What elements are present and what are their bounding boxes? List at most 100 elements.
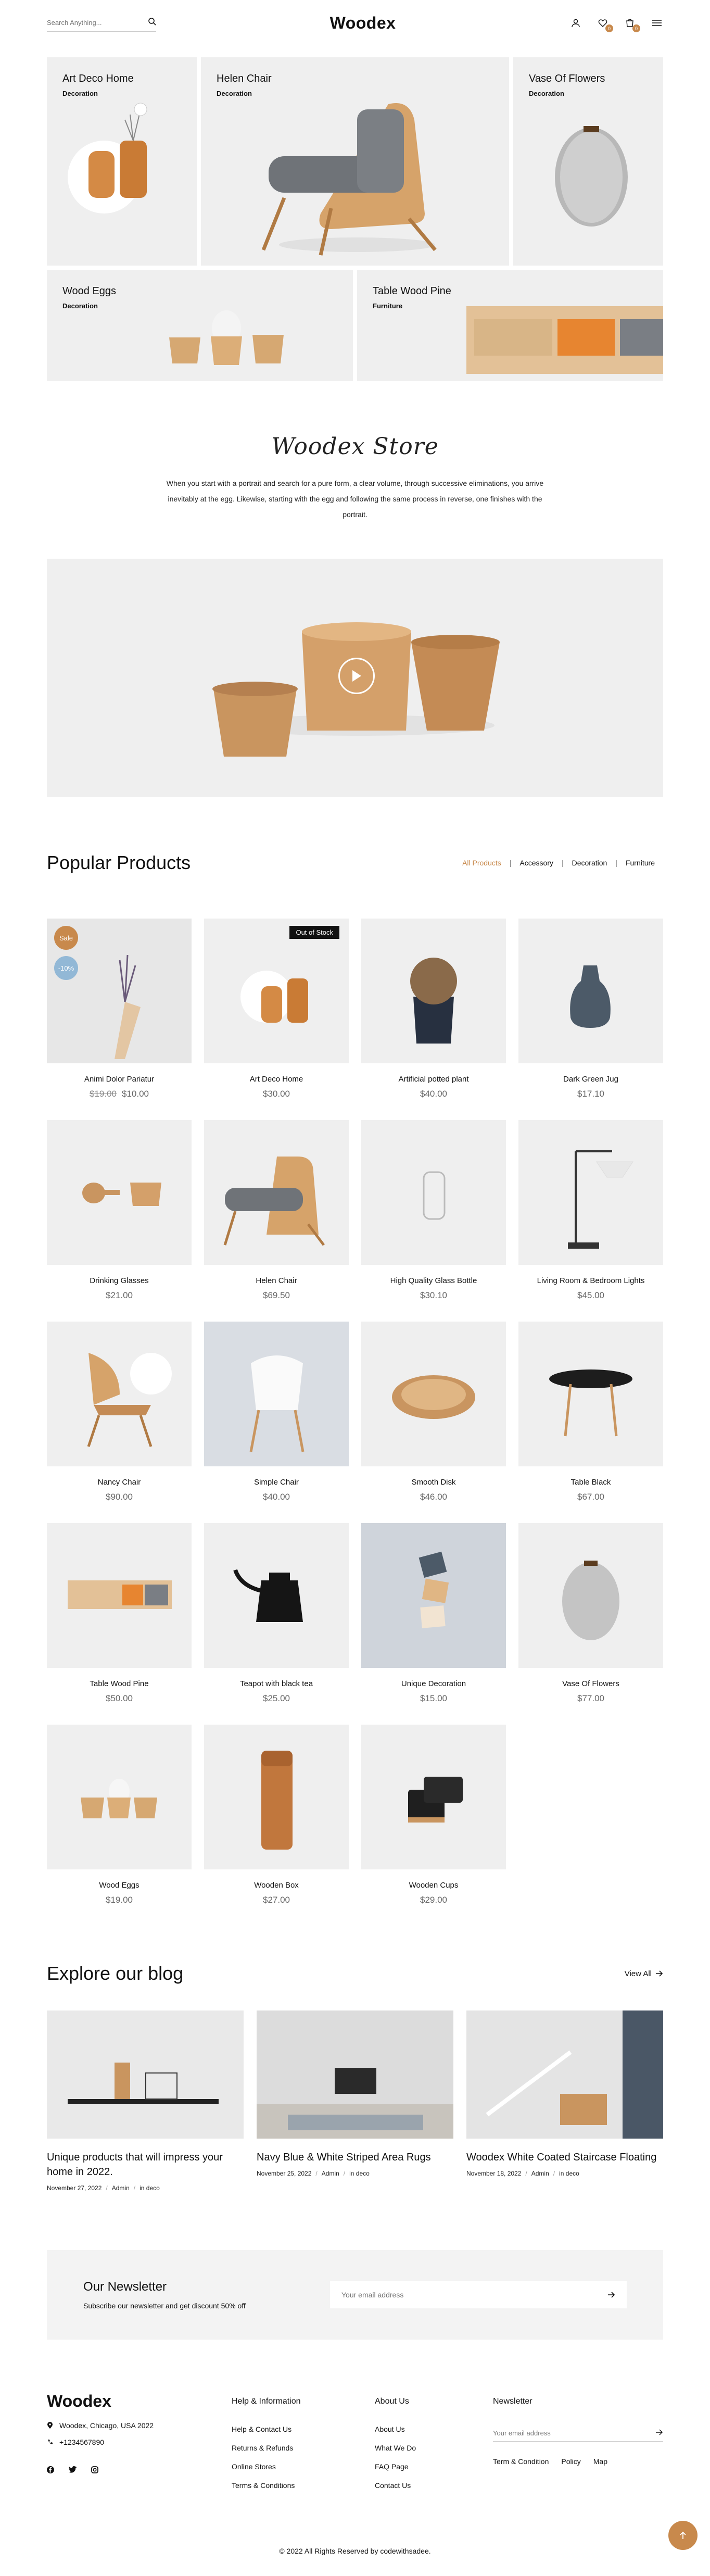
product-name[interactable]: Living Room & Bedroom Lights — [518, 1276, 663, 1285]
back-to-top-button[interactable] — [668, 2521, 698, 2550]
hero-tile[interactable]: Art Deco Home Decoration — [47, 57, 197, 266]
product-image[interactable] — [47, 1725, 192, 1869]
product-card[interactable]: Vase Of Flowers $77.00 — [518, 1523, 663, 1704]
footer-link[interactable]: Map — [593, 2457, 607, 2466]
blog-title[interactable]: Unique products that will impress your h… — [47, 2150, 244, 2179]
site-logo[interactable]: Woodex — [330, 14, 396, 33]
footer-logo[interactable]: Woodex — [47, 2392, 232, 2411]
product-image[interactable]: Sale -10% — [47, 919, 192, 1063]
blog-post[interactable]: Woodex White Coated Staircase Floating N… — [466, 2010, 663, 2192]
product-name[interactable]: Table Black — [518, 1478, 663, 1487]
product-name[interactable]: Artificial potted plant — [361, 1075, 506, 1084]
product-card[interactable]: Wooden Box $27.00 — [204, 1725, 349, 1905]
footer-link[interactable]: Returns & Refunds — [232, 2444, 375, 2452]
product-card[interactable]: Helen Chair $69.50 — [204, 1120, 349, 1301]
product-name[interactable]: Wooden Cups — [361, 1881, 506, 1890]
product-card[interactable]: Unique Decoration $15.00 — [361, 1523, 506, 1704]
play-button[interactable] — [338, 658, 375, 694]
product-name[interactable]: Nancy Chair — [47, 1478, 192, 1487]
promo-video[interactable] — [47, 559, 663, 797]
product-image[interactable] — [204, 1120, 349, 1265]
product-card[interactable]: Nancy Chair $90.00 — [47, 1322, 192, 1502]
blog-author[interactable]: Admin — [531, 2170, 549, 2177]
footer-link[interactable]: Term & Condition — [493, 2457, 549, 2466]
product-name[interactable]: Drinking Glasses — [47, 1276, 192, 1285]
product-card[interactable]: Table Black $67.00 — [518, 1322, 663, 1502]
search-input[interactable] — [47, 19, 135, 27]
product-card[interactable]: High Quality Glass Bottle $30.10 — [361, 1120, 506, 1301]
product-name[interactable]: Teapot with black tea — [204, 1679, 349, 1688]
blog-image[interactable] — [466, 2010, 663, 2139]
product-name[interactable]: Vase Of Flowers — [518, 1679, 663, 1688]
hero-tile[interactable]: Wood Eggs Decoration — [47, 270, 353, 381]
product-image[interactable] — [361, 1523, 506, 1668]
product-card[interactable]: Table Wood Pine $50.00 — [47, 1523, 192, 1704]
filter-accessory[interactable]: Accessory — [511, 859, 562, 867]
product-image[interactable] — [518, 1322, 663, 1466]
filter-all[interactable]: All Products — [454, 859, 510, 867]
product-card[interactable]: Wooden Cups $29.00 — [361, 1725, 506, 1905]
blog-category[interactable]: in deco — [140, 2184, 160, 2192]
product-image[interactable] — [204, 1725, 349, 1869]
product-card[interactable]: Artificial potted plant $40.00 — [361, 919, 506, 1099]
product-card[interactable]: Sale -10% Animi Dolor Pariatur $19.00 $10… — [47, 919, 192, 1099]
product-image[interactable] — [518, 1523, 663, 1668]
blog-category[interactable]: in deco — [349, 2170, 370, 2177]
product-image[interactable] — [518, 1120, 663, 1265]
facebook-icon[interactable] — [47, 2466, 54, 2473]
blog-category[interactable]: in deco — [559, 2170, 579, 2177]
footer-link[interactable]: Online Stores — [232, 2462, 375, 2471]
product-name[interactable]: Simple Chair — [204, 1478, 349, 1487]
hero-tile[interactable]: Table Wood Pine Furniture — [357, 270, 663, 381]
product-card[interactable]: Wood Eggs $19.00 — [47, 1725, 192, 1905]
cart-icon[interactable]: 0 — [624, 17, 640, 32]
product-name[interactable]: Art Deco Home — [204, 1075, 349, 1084]
menu-icon[interactable] — [651, 17, 663, 29]
product-name[interactable]: Wood Eggs — [47, 1881, 192, 1890]
blog-post[interactable]: Unique products that will impress your h… — [47, 2010, 244, 2192]
product-name[interactable]: Animi Dolor Pariatur — [47, 1075, 192, 1084]
hero-tile[interactable]: Helen Chair Decoration — [201, 57, 509, 266]
footer-link[interactable]: What We Do — [375, 2444, 493, 2452]
product-card[interactable]: Simple Chair $40.00 — [204, 1322, 349, 1502]
arrow-right-icon[interactable] — [656, 2429, 663, 2435]
product-image[interactable] — [361, 919, 506, 1063]
footer-link[interactable]: Policy — [561, 2457, 580, 2466]
product-name[interactable]: Table Wood Pine — [47, 1679, 192, 1688]
blog-author[interactable]: Admin — [112, 2184, 130, 2192]
product-name[interactable]: Helen Chair — [204, 1276, 349, 1285]
user-icon[interactable] — [569, 17, 582, 29]
instagram-icon[interactable] — [91, 2466, 98, 2473]
wishlist-icon[interactable]: 0 — [597, 17, 613, 32]
product-image[interactable] — [361, 1322, 506, 1466]
product-name[interactable]: Smooth Disk — [361, 1478, 506, 1487]
footer-email-input[interactable] — [493, 2429, 639, 2437]
product-image[interactable] — [47, 1322, 192, 1466]
blog-image[interactable] — [257, 2010, 453, 2139]
product-image[interactable] — [361, 1725, 506, 1869]
twitter-icon[interactable] — [69, 2466, 77, 2473]
product-card[interactable]: Out of Stock Art Deco Home $30.00 — [204, 919, 349, 1099]
view-all-link[interactable]: View All — [625, 1969, 663, 1978]
product-image[interactable] — [518, 919, 663, 1063]
product-image[interactable] — [204, 1523, 349, 1668]
footer-link[interactable]: Terms & Conditions — [232, 2481, 375, 2490]
product-name[interactable]: High Quality Glass Bottle — [361, 1276, 506, 1285]
blog-post[interactable]: Navy Blue & White Striped Area Rugs Nove… — [257, 2010, 453, 2192]
product-name[interactable]: Unique Decoration — [361, 1679, 506, 1688]
search-icon[interactable] — [148, 17, 156, 28]
blog-image[interactable] — [47, 2010, 244, 2139]
product-image[interactable] — [47, 1120, 192, 1265]
product-name[interactable]: Wooden Box — [204, 1881, 349, 1890]
product-card[interactable]: Smooth Disk $46.00 — [361, 1322, 506, 1502]
product-image[interactable] — [361, 1120, 506, 1265]
blog-title[interactable]: Navy Blue & White Striped Area Rugs — [257, 2150, 453, 2165]
footer-phone[interactable]: +1234567890 — [59, 2438, 104, 2446]
footer-link[interactable]: Contact Us — [375, 2481, 493, 2490]
blog-author[interactable]: Admin — [322, 2170, 339, 2177]
product-card[interactable]: Drinking Glasses $21.00 — [47, 1120, 192, 1301]
product-card[interactable]: Dark Green Jug $17.10 — [518, 919, 663, 1099]
footer-link[interactable]: About Us — [375, 2425, 493, 2433]
product-card[interactable]: Teapot with black tea $25.00 — [204, 1523, 349, 1704]
footer-link[interactable]: Help & Contact Us — [232, 2425, 375, 2433]
